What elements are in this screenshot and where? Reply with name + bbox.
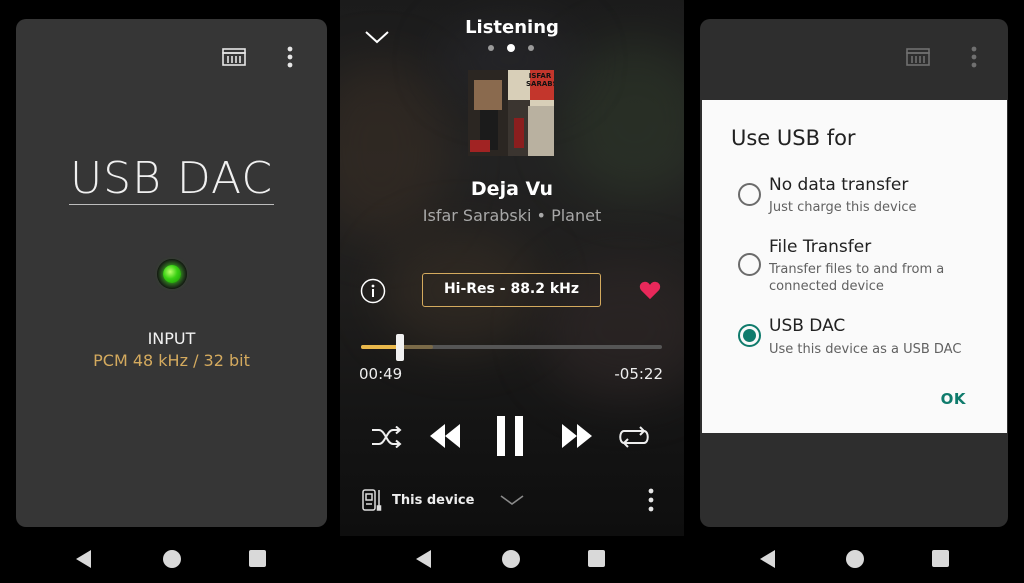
more-vert-icon[interactable]: [279, 43, 301, 71]
radio-button[interactable]: [738, 253, 761, 276]
more-vert-icon[interactable]: [640, 486, 662, 514]
usb-dac-card: USB DAC INPUT PCM 48 kHz / 32 bit: [16, 19, 327, 527]
seek-thumb[interactable]: [396, 334, 405, 361]
album-cover: ISFAR SARABSKI: [468, 70, 554, 156]
title-divider: [69, 204, 274, 205]
back-icon[interactable]: [416, 550, 431, 568]
option-description: Just charge this device: [769, 200, 917, 215]
system-navbar: [684, 536, 1024, 583]
pause-icon[interactable]: [494, 414, 526, 458]
played-bar: [361, 345, 401, 349]
output-device-label[interactable]: This device: [392, 493, 474, 508]
radio-button-selected[interactable]: [738, 324, 761, 347]
option-description: Use this device as a USB DAC: [769, 342, 962, 357]
rewind-icon[interactable]: [428, 421, 462, 451]
option-title: USB DAC: [769, 316, 846, 336]
input-label: INPUT: [147, 329, 196, 348]
remaining-time: -05:22: [614, 365, 663, 383]
back-icon[interactable]: [76, 550, 91, 568]
input-format-value: PCM 48 kHz / 32 bit: [93, 351, 250, 370]
storage-icon: [903, 45, 933, 69]
shuffle-icon[interactable]: [370, 424, 404, 450]
status-led: [157, 259, 187, 289]
elapsed-time: 00:49: [359, 365, 403, 383]
usb-dac-screen: USB DAC INPUT PCM 48 kHz / 32 bit: [0, 0, 340, 583]
repeat-icon[interactable]: [617, 424, 651, 450]
home-icon[interactable]: [163, 550, 181, 568]
option-title: No data transfer: [769, 175, 909, 195]
home-icon[interactable]: [846, 550, 864, 568]
option-file-transfer[interactable]: File Transfer Transfer files to and from…: [702, 235, 1007, 295]
more-vert-icon: [963, 43, 985, 71]
page-title: USB DAC: [69, 153, 274, 204]
dialog-title: Use USB for: [731, 126, 856, 150]
home-icon[interactable]: [502, 550, 520, 568]
recents-icon[interactable]: [249, 550, 266, 567]
page-dot: [528, 45, 534, 51]
page-dot-active: [507, 44, 515, 52]
player-screen: Listening ISFAR SARABSKI Deja Vu Isfar S…: [340, 0, 684, 583]
fast-forward-icon[interactable]: [560, 421, 594, 451]
option-no-data-transfer[interactable]: No data transfer Just charge this device: [702, 172, 1007, 232]
storage-icon[interactable]: [219, 45, 249, 69]
option-usb-dac[interactable]: USB DAC Use this device as a USB DAC: [702, 315, 1007, 375]
phone-dac-icon: [360, 487, 384, 513]
quality-badge[interactable]: Hi-Res - 88.2 kHz: [422, 273, 601, 307]
seek-bar[interactable]: [361, 345, 662, 349]
player-header: Listening: [465, 17, 559, 38]
recents-icon[interactable]: [588, 550, 605, 567]
track-title: Deja Vu: [470, 178, 554, 200]
option-description: Transfer files to and from a connected d…: [769, 262, 945, 294]
heart-icon[interactable]: [638, 279, 662, 301]
system-navbar: [0, 536, 340, 583]
back-icon[interactable]: [760, 550, 775, 568]
ok-button[interactable]: OK: [941, 390, 966, 408]
option-title: File Transfer: [769, 237, 872, 257]
chevron-down-icon[interactable]: [498, 492, 526, 508]
page-dot: [488, 45, 494, 51]
cover-text: ISFAR SARABSKI: [526, 72, 554, 88]
use-usb-dialog: Use USB for No data transfer Just charge…: [702, 100, 1007, 433]
system-navbar: [340, 536, 684, 583]
radio-button[interactable]: [738, 183, 761, 206]
info-icon[interactable]: [360, 278, 386, 304]
page-indicator[interactable]: [486, 44, 538, 52]
track-artist-album: Isfar Sarabski • Planet: [422, 206, 602, 225]
recents-icon[interactable]: [932, 550, 949, 567]
